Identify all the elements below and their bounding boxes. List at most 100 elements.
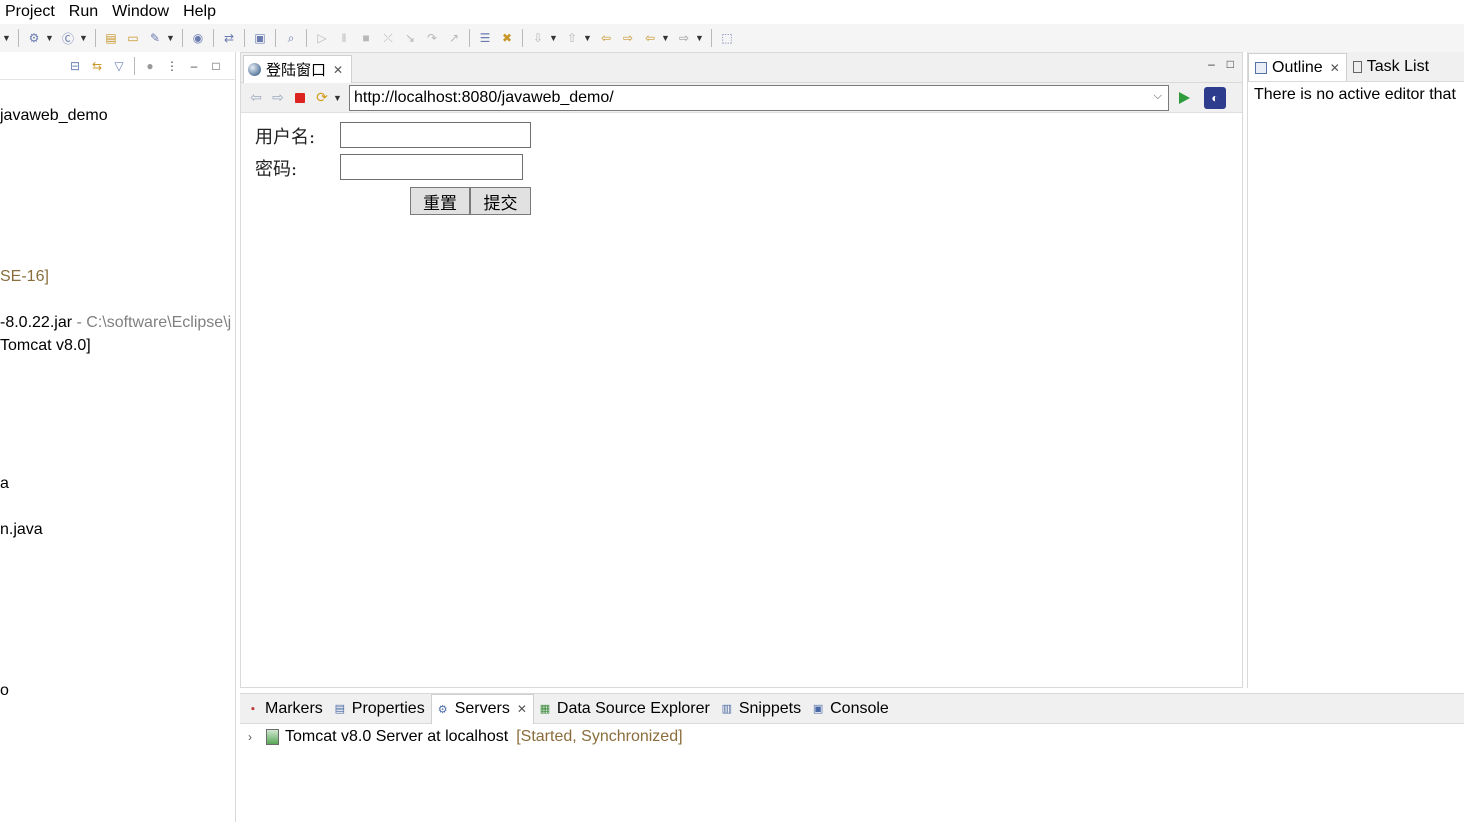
database-icon: ▦ xyxy=(538,702,552,716)
refresh-icon[interactable]: ⟳ xyxy=(311,88,333,108)
chevron-down-icon[interactable]: ▼ xyxy=(79,29,88,47)
password-input[interactable] xyxy=(340,154,523,180)
close-icon[interactable]: ✕ xyxy=(517,702,527,716)
previous-annotation-icon[interactable]: ⇧ xyxy=(563,29,581,47)
chevron-right-icon[interactable]: › xyxy=(248,730,262,744)
editor-window-controls: ‒ □ xyxy=(1208,57,1234,71)
stop-icon[interactable] xyxy=(295,93,305,103)
username-input[interactable] xyxy=(340,122,531,148)
tree-item[interactable]: n.java xyxy=(0,521,43,539)
tree-item[interactable]: o xyxy=(0,682,9,700)
terminate-icon[interactable]: ■ xyxy=(357,29,375,47)
close-icon[interactable]: ✕ xyxy=(333,63,343,77)
forward-icon[interactable]: ⇨ xyxy=(675,29,693,47)
outline-panel: Outline ✕ Task List There is no active e… xyxy=(1247,52,1464,688)
browser-toolbar: ⇦ ⇨ ⟳ ▼ http://localhost:8080/javaweb_de… xyxy=(241,83,1242,113)
tree-item[interactable]: Tomcat v8.0] xyxy=(0,337,91,355)
toolbar-separator xyxy=(711,29,712,47)
menu-project[interactable]: Project xyxy=(0,0,64,24)
chevron-down-icon[interactable]: ▼ xyxy=(45,29,54,47)
step-return-icon[interactable]: ↗ xyxy=(445,29,463,47)
outline-icon xyxy=(1255,62,1267,74)
tree-item[interactable]: a xyxy=(0,475,9,493)
server-row[interactable]: › Tomcat v8.0 Server at localhost [Start… xyxy=(240,725,1464,749)
reset-button[interactable]: 重置 xyxy=(410,187,470,215)
close-icon[interactable]: ✕ xyxy=(1330,61,1340,75)
search-icon[interactable]: ⌕ xyxy=(282,29,300,47)
toggle-breakpoint-icon[interactable]: ✖ xyxy=(498,29,516,47)
new-class-icon[interactable]: Ⓒ xyxy=(59,29,77,47)
maximize-icon[interactable]: □ xyxy=(207,57,225,75)
chevron-down-icon[interactable]: ▼ xyxy=(695,29,704,47)
forward-icon[interactable]: ⇨ xyxy=(267,88,289,108)
back-icon[interactable]: ⇦ xyxy=(245,88,267,108)
step-over-icon[interactable]: ↷ xyxy=(423,29,441,47)
tab-outline[interactable]: Outline ✕ xyxy=(1248,53,1347,81)
console-icon: ▣ xyxy=(811,702,825,716)
open-type-icon[interactable]: ▤ xyxy=(102,29,120,47)
outline-content: There is no active editor that xyxy=(1248,82,1464,688)
menu-help[interactable]: Help xyxy=(178,0,225,24)
last-edit-icon[interactable]: ⇦ xyxy=(597,29,615,47)
maximize-icon[interactable]: □ xyxy=(1227,57,1234,71)
minimize-icon[interactable]: ‒ xyxy=(1208,57,1215,71)
new-server-icon[interactable]: ⚙ xyxy=(25,29,43,47)
filter-icon[interactable]: ▽ xyxy=(110,57,128,75)
eclipse-icon[interactable]: ◐ xyxy=(1204,87,1226,109)
tab-servers[interactable]: ⚙ Servers ✕ xyxy=(431,694,534,724)
chevron-down-icon[interactable]: ▼ xyxy=(333,89,342,107)
tab-data-source-explorer[interactable]: ▦ Data Source Explorer xyxy=(534,695,716,723)
step-into-icon[interactable]: ↘ xyxy=(401,29,419,47)
markers-icon: ▪ xyxy=(246,702,260,716)
url-input[interactable]: http://localhost:8080/javaweb_demo/ ⌵ xyxy=(349,85,1169,111)
open-folder-icon[interactable]: ▭ xyxy=(124,29,142,47)
menu-window[interactable]: Window xyxy=(107,0,178,24)
menu-run[interactable]: Run xyxy=(64,0,107,24)
tree-item[interactable]: javaweb_demo xyxy=(0,107,108,125)
tree-item[interactable]: -8.0.22.jar - C:\software\Eclipse\j xyxy=(0,314,231,332)
suspend-icon[interactable]: ‖ xyxy=(335,29,353,47)
go-icon[interactable] xyxy=(1179,92,1190,104)
tab-markers[interactable]: ▪ Markers xyxy=(242,695,329,723)
browser-editor: 登陆窗口 ✕ ‒ □ ⇦ ⇨ ⟳ ▼ http://localhost:8080… xyxy=(240,52,1243,688)
tools-icon[interactable]: ✎ xyxy=(146,29,164,47)
server-name: Tomcat v8.0 Server at localhost xyxy=(285,728,508,746)
tab-properties[interactable]: ▤ Properties xyxy=(329,695,431,723)
servers-panel: ▪ Markers ▤ Properties ⚙ Servers ✕ ▦ Dat… xyxy=(240,693,1464,822)
tab-login-window[interactable]: 登陆窗口 ✕ xyxy=(243,55,352,83)
toggle-mark-icon[interactable]: ☰ xyxy=(476,29,494,47)
chevron-down-icon[interactable]: ▼ xyxy=(549,29,558,47)
chevron-down-icon[interactable]: ⌵ xyxy=(1154,90,1162,103)
menu-bar: Project Run Window Help xyxy=(0,0,1464,24)
disconnect-icon[interactable]: ⤫ xyxy=(379,29,397,47)
chevron-down-icon[interactable]: ▼ xyxy=(2,29,11,47)
next-annotation-icon[interactable]: ⇩ xyxy=(529,29,547,47)
link-editor-icon[interactable]: ⇆ xyxy=(88,57,106,75)
focus-icon[interactable]: ● xyxy=(141,57,159,75)
tree-item[interactable]: SE-16] xyxy=(0,268,49,286)
chevron-down-icon[interactable]: ▼ xyxy=(166,29,175,47)
view-menu-icon[interactable]: ⋮ xyxy=(163,57,181,75)
bottom-tab-bar: ▪ Markers ▤ Properties ⚙ Servers ✕ ▦ Dat… xyxy=(240,694,1464,724)
password-label: 密码: xyxy=(255,155,297,181)
back-icon[interactable]: ⇦ xyxy=(641,29,659,47)
forward-edit-icon[interactable]: ⇨ xyxy=(619,29,637,47)
open-perspective-icon[interactable]: ⬚ xyxy=(718,29,736,47)
minimize-icon[interactable]: ‒ xyxy=(185,57,203,75)
web-browser-icon[interactable]: ◉ xyxy=(189,29,207,47)
collapse-all-icon[interactable]: ⊟ xyxy=(66,57,84,75)
toolbar-separator xyxy=(469,29,470,47)
tab-task-list[interactable]: Task List xyxy=(1347,53,1435,81)
submit-button[interactable]: 提交 xyxy=(470,187,531,215)
console-icon[interactable]: ▣ xyxy=(251,29,269,47)
outline-tab-bar: Outline ✕ Task List xyxy=(1248,52,1464,82)
toolbar-separator xyxy=(275,29,276,47)
toolbar-separator xyxy=(182,29,183,47)
toolbar-separator xyxy=(95,29,96,47)
chevron-down-icon[interactable]: ▼ xyxy=(583,29,592,47)
tab-snippets[interactable]: ▥ Snippets xyxy=(716,695,807,723)
publish-icon[interactable]: ⇄ xyxy=(220,29,238,47)
resume-icon[interactable]: ▷ xyxy=(313,29,331,47)
tab-console[interactable]: ▣ Console xyxy=(807,695,895,723)
chevron-down-icon[interactable]: ▼ xyxy=(661,29,670,47)
